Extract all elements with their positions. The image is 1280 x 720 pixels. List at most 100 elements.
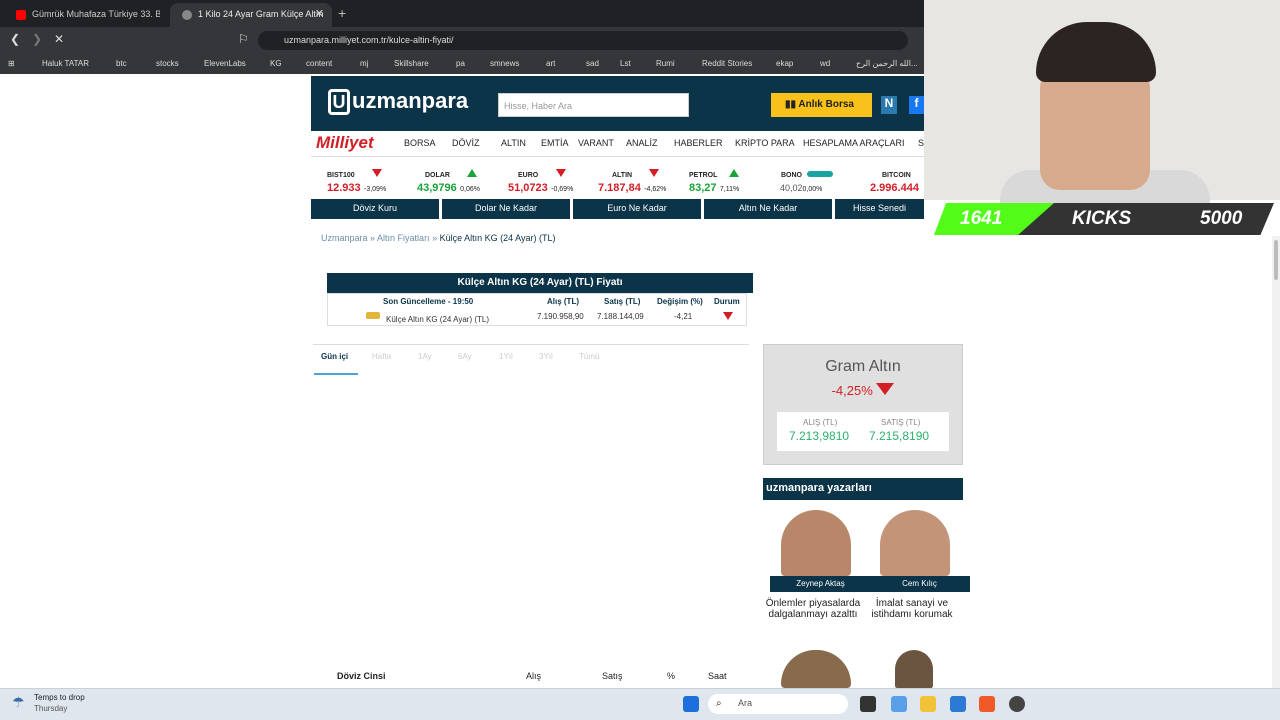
bookmark-item[interactable]: KG — [270, 59, 282, 68]
back-icon[interactable]: ❮ — [10, 32, 20, 46]
copilot-icon[interactable] — [891, 696, 907, 712]
menu-item-hesaplama[interactable]: HESAPLAMA ARAÇLARI — [803, 138, 905, 148]
tab-hafta[interactable]: Hafta — [372, 352, 391, 361]
taskbar-search[interactable]: Ara — [708, 694, 848, 714]
writer-name[interactable]: Cem Kılıç — [869, 576, 970, 592]
menu-item-kripto[interactable]: KRİPTO PARA — [735, 138, 795, 148]
site-logo[interactable]: Uuzmanpara — [328, 88, 468, 115]
ticker-name: DOLAR — [425, 172, 450, 179]
menu-item-varant[interactable]: VARANT — [578, 138, 614, 148]
ticker-pct: 0,06% — [460, 186, 480, 193]
ticker-euro[interactable]: EURO 51,0723 -0,69% — [508, 166, 604, 194]
forward-icon[interactable]: ❯ — [32, 32, 42, 46]
dolar-ne-kadar-button[interactable]: Dolar Ne Kadar — [442, 199, 570, 219]
menu-item-borsa[interactable]: BORSA — [404, 138, 436, 148]
tab-active[interactable]: 1 Kilo 24 Ayar Gram Külçe Altın ✕ — [170, 3, 332, 27]
ticker-bono[interactable]: BONO 40,020,00% — [780, 166, 876, 193]
bookmark-item[interactable]: btc — [116, 59, 127, 68]
active-tab-indicator — [314, 373, 358, 375]
tab-3yil[interactable]: 3Yıl — [539, 352, 553, 361]
bookmark-item[interactable]: Rumi — [656, 59, 675, 68]
bookmark-item[interactable]: stocks — [156, 59, 179, 68]
row-satis: 7.188.144,09 — [597, 312, 644, 321]
brave-browser-icon[interactable] — [979, 696, 995, 712]
bookmark-item[interactable]: smnews — [490, 59, 519, 68]
menu-item-altin[interactable]: ALTIN — [501, 138, 526, 148]
ticker-name: BITCOIN — [882, 172, 911, 179]
avatar[interactable] — [781, 510, 851, 576]
tab-6ay[interactable]: 6Ay — [458, 352, 472, 361]
breadcrumb-link[interactable]: Uzmanpara — [321, 233, 368, 243]
facebook-icon[interactable]: f — [909, 96, 924, 114]
tab-title: 1 Kilo 24 Ayar Gram Külçe Altın — [198, 9, 324, 19]
tab-title: Gümrük Muhafaza Türkiye 33. Bö — [32, 9, 160, 19]
weather-title[interactable]: Temps to drop — [34, 693, 85, 702]
menu-item-haberler[interactable]: HABERLER — [674, 138, 723, 148]
apps-icon[interactable]: ⊞ — [8, 59, 15, 68]
ticker-name: PETROL — [689, 172, 718, 179]
ticker-bitcoin[interactable]: BITCOIN 2.996.444 — [870, 166, 924, 192]
menu-item-doviz[interactable]: DÖVİZ — [452, 138, 480, 148]
search-input[interactable]: Hisse, Haber Ara — [498, 93, 689, 117]
bookmark-item[interactable]: art — [546, 59, 555, 68]
gold-bar-icon — [366, 312, 380, 319]
tab-youtube[interactable]: Gümrük Muhafaza Türkiye 33. Bö — [4, 3, 160, 27]
menu-item-emtia[interactable]: EMTİA — [541, 138, 569, 148]
row-name[interactable]: Külçe Altın KG (24 Ayar) (TL) — [386, 315, 489, 324]
price-table-title: Külçe Altın KG (24 Ayar) (TL) Fiyatı — [327, 273, 753, 293]
tab-tumu[interactable]: Tümü — [579, 352, 599, 361]
bookmark-item[interactable]: wd — [820, 59, 830, 68]
bookmark-item[interactable]: Reddit Stories — [702, 59, 752, 68]
bookmark-item[interactable]: content — [306, 59, 332, 68]
avatar[interactable] — [781, 650, 851, 688]
ticker-altin[interactable]: ALTIN 7.187,84 -4,62% — [598, 166, 694, 194]
bookmark-item[interactable]: Skillshare — [394, 59, 429, 68]
close-tab-icon[interactable]: ✕ — [315, 7, 324, 20]
bookmark-icon[interactable]: ⚐ — [238, 32, 249, 46]
tab-gun-ici[interactable]: Gün içi — [321, 352, 348, 361]
task-view-icon[interactable] — [860, 696, 876, 712]
weather-icon[interactable]: ☂ — [12, 694, 25, 711]
writer-headline[interactable]: İmalat sanayi ve istihdamı korumak — [862, 598, 962, 620]
file-explorer-icon[interactable] — [920, 696, 936, 712]
windows-start-icon[interactable] — [683, 696, 699, 712]
tab-1yil[interactable]: 1Yıl — [499, 352, 513, 361]
obs-icon[interactable] — [1009, 696, 1025, 712]
weather-sub: Thursday — [34, 704, 68, 713]
writer-headline[interactable]: Önlemler piyasalarda dalgalanmayı azaltt… — [763, 598, 863, 620]
altin-ne-kadar-button[interactable]: Altın Ne Kadar — [704, 199, 832, 219]
bookmark-item[interactable]: mj — [360, 59, 368, 68]
new-tab-icon[interactable]: + — [338, 5, 346, 21]
scrollbar-thumb[interactable] — [1274, 240, 1278, 280]
menu-item-analiz[interactable]: ANALİZ — [626, 138, 658, 148]
row-alis: 7.190.958,90 — [537, 312, 584, 321]
avatar[interactable] — [880, 510, 950, 576]
bookmark-item[interactable]: sad — [586, 59, 599, 68]
writer-name[interactable]: Zeynep Aktaş — [770, 576, 871, 592]
bookmark-item[interactable]: ekap — [776, 59, 793, 68]
avatar[interactable] — [895, 650, 933, 688]
scrollbar[interactable] — [1272, 236, 1280, 688]
ticker-value: 40,02 — [780, 183, 803, 193]
hisse-senedi-button[interactable]: Hisse Senedi — [835, 199, 924, 219]
milliyet-logo[interactable]: Milliyet — [316, 133, 374, 153]
doviz-kuru-button[interactable]: Döviz Kuru — [311, 199, 439, 219]
ticker-bist100[interactable]: BIST100 12.933 -3,09% — [327, 166, 423, 194]
bookmark-item[interactable]: الله الرحمن الرح... — [856, 59, 918, 68]
euro-ne-kadar-button[interactable]: Euro Ne Kadar — [573, 199, 701, 219]
breadcrumb-link[interactable]: Altın Fiyatları — [377, 233, 430, 243]
stop-icon[interactable]: ✕ — [54, 32, 64, 46]
anlik-borsa-button[interactable]: ▮▮ Anlık Borsa — [771, 93, 872, 117]
bookmark-item[interactable]: Haluk TATAR — [42, 59, 89, 68]
ticker-petrol[interactable]: PETROL 83,27 7,11% — [689, 166, 785, 194]
bookmark-item[interactable]: pa — [456, 59, 465, 68]
address-bar[interactable]: uzmanpara.milliyet.com.tr/kulce-altin-fi… — [258, 31, 908, 50]
snipping-tool-icon[interactable] — [950, 696, 966, 712]
taskbar — [0, 688, 1280, 720]
bookmark-item[interactable]: Lst — [620, 59, 631, 68]
tab-1ay[interactable]: 1Ay — [418, 352, 432, 361]
bookmark-item[interactable]: ElevenLabs — [204, 59, 246, 68]
n-button[interactable]: N — [881, 96, 897, 114]
ticker-name: BONO — [781, 172, 802, 179]
ticker-dolar[interactable]: DOLAR 43,9796 0,06% — [417, 166, 513, 194]
